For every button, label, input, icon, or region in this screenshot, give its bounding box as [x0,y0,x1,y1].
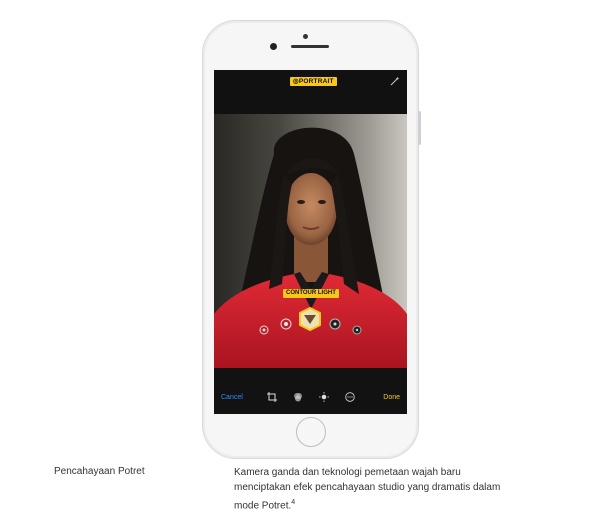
phone-screen: ◎PORTRAIT CONTOUR LIGHT Cancel Done [214,70,407,414]
side-button [418,111,421,145]
filters-icon[interactable] [293,392,303,402]
portrait-badge[interactable]: ◎PORTRAIT [290,77,337,86]
portrait-badge-label: PORTRAIT [298,78,334,85]
front-camera [270,43,277,50]
home-button[interactable] [296,417,326,447]
cancel-button[interactable]: Cancel [221,394,243,401]
feature-description-text: Kamera ganda dan teknologi pemetaan waja… [234,467,501,512]
top-bar: ◎PORTRAIT [214,70,407,114]
footnote-marker: 4 [291,499,296,506]
earpiece-speaker [291,45,329,48]
lighting-dial[interactable] [214,300,407,350]
magic-wand-icon[interactable] [390,76,400,86]
proximity-sensor [303,34,308,39]
lighting-mode-badge: CONTOUR LIGHT [283,289,339,298]
adjust-icon[interactable] [319,392,329,402]
crop-icon[interactable] [267,392,277,402]
feature-title: Pencahayaan Potret [54,466,145,477]
feature-description: Kamera ganda dan teknologi pemetaan waja… [234,465,504,513]
lighting-mode-label: CONTOUR LIGHT [286,290,336,296]
edit-toolbar: Cancel Done [214,368,407,414]
done-button[interactable]: Done [383,394,400,401]
portrait-photo: CONTOUR LIGHT [214,114,407,368]
more-icon[interactable] [345,392,355,402]
